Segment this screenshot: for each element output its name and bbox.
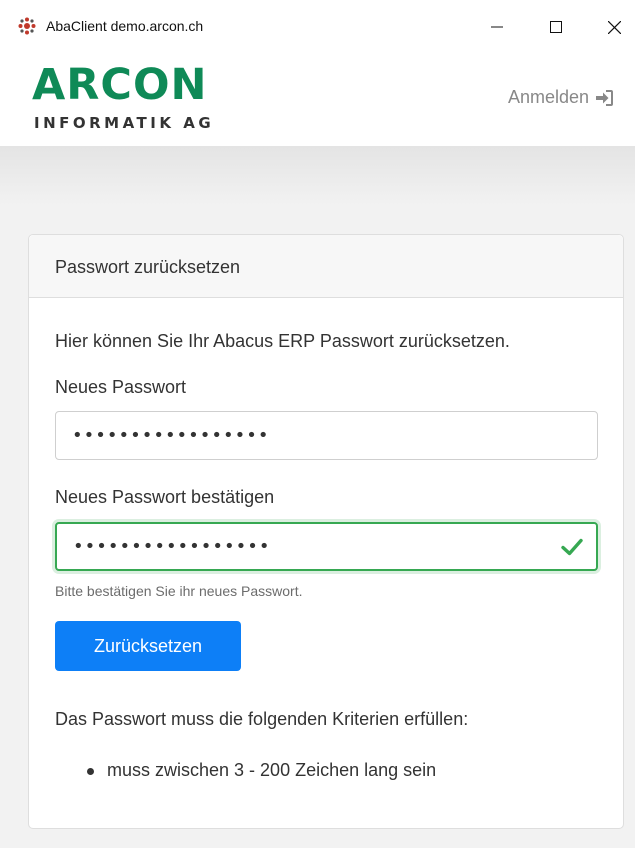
window-titlebar: AbaClient demo.arcon.ch — [0, 0, 635, 52]
window-title: AbaClient demo.arcon.ch — [46, 18, 204, 34]
new-password-label: Neues Passwort — [55, 377, 187, 397]
intro-text: Hier können Sie Ihr Abacus ERP Passwort … — [55, 331, 510, 351]
reset-password-card: Passwort zurücksetzen Hier können Sie Ih… — [28, 234, 624, 829]
arcon-logo[interactable]: ARCON INFORMATIK AG — [32, 62, 222, 132]
maximize-icon — [550, 21, 562, 33]
sign-in-icon — [596, 89, 614, 106]
logo-wordmark: ARCON — [32, 60, 208, 110]
abaclient-app-icon — [18, 17, 36, 35]
bullet-icon — [87, 768, 94, 775]
confirm-help-text: Bitte bestätigen Sie ihr neues Passwort. — [55, 583, 303, 599]
login-label: Anmelden — [508, 87, 590, 107]
app-header: ARCON INFORMATIK AG Anmelden — [0, 52, 635, 146]
valid-check-icon — [561, 538, 583, 556]
criteria-item: muss zwischen 3 - 200 Zeichen lang sein — [107, 760, 437, 780]
logo-subtitle: INFORMATIK AG — [34, 114, 215, 132]
card-header: Passwort zurücksetzen — [29, 235, 623, 298]
close-icon — [607, 20, 621, 34]
reset-submit-button[interactable]: Zurücksetzen — [55, 621, 241, 671]
new-password-field[interactable] — [55, 411, 598, 460]
maximize-button[interactable] — [533, 10, 579, 44]
login-link[interactable]: Anmelden — [508, 87, 614, 108]
card-title: Passwort zurücksetzen — [55, 257, 241, 277]
confirm-password-field[interactable] — [55, 522, 598, 571]
close-button[interactable] — [591, 10, 635, 44]
confirm-password-label: Neues Passwort bestätigen — [55, 487, 275, 507]
minimize-button[interactable] — [474, 10, 520, 44]
minimize-icon — [491, 26, 503, 28]
criteria-title: Das Passwort muss die folgenden Kriterie… — [55, 709, 469, 729]
